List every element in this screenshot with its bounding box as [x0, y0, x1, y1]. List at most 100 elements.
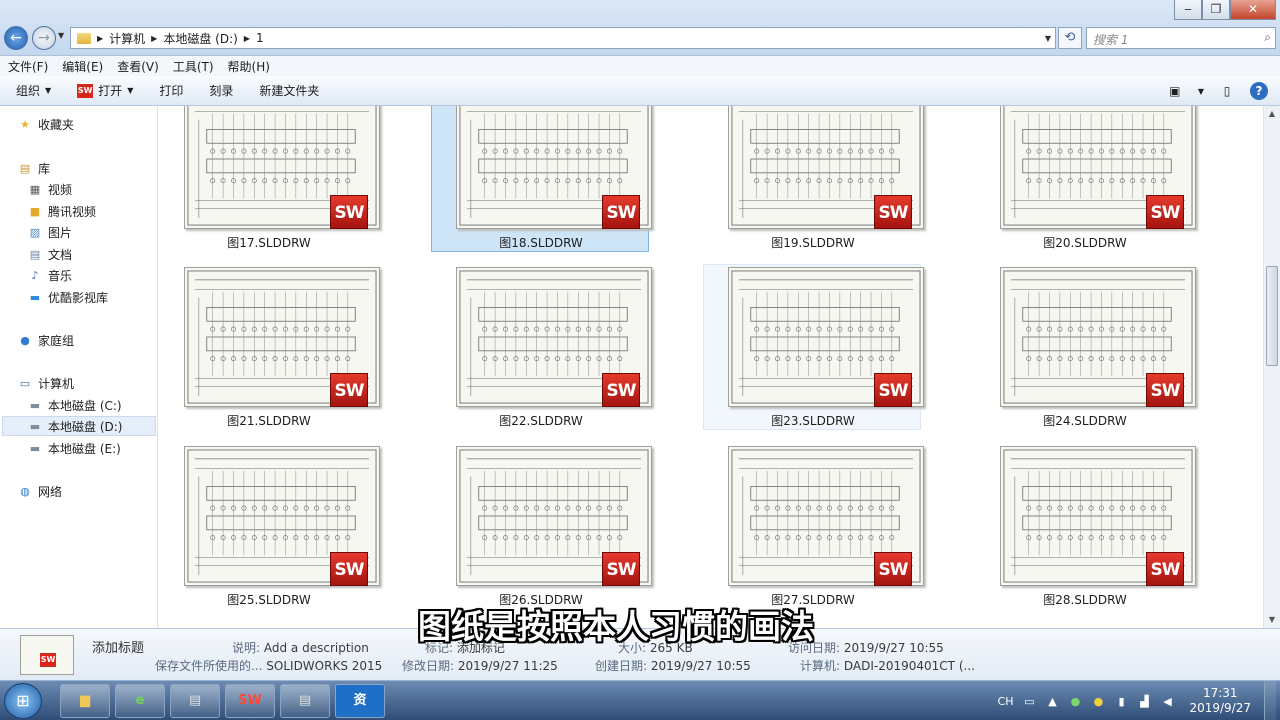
file-item[interactable]: SW 图26.SLDDRW — [431, 443, 652, 609]
volume-icon[interactable]: ◀ — [1160, 695, 1174, 708]
taskbar-solidworks[interactable]: SW — [225, 684, 275, 718]
file-item[interactable]: SW 图28.SLDDRW — [975, 443, 1196, 609]
scroll-up-icon[interactable]: ▲ — [1264, 106, 1280, 122]
solidworks-icon: SW — [1146, 373, 1184, 407]
nav-network[interactable]: ◍ 网络 — [18, 483, 62, 500]
taskbar-explorer[interactable]: ▆ — [60, 684, 110, 718]
file-name[interactable]: 图28.SLDDRW — [976, 591, 1194, 608]
nav-documents[interactable]: ▤ 文档 — [28, 246, 72, 263]
app-tray-icon[interactable]: ● — [1068, 695, 1082, 708]
nav-label: 本地磁盘 (C:) — [48, 399, 122, 413]
show-desktop-button[interactable] — [1264, 681, 1276, 720]
breadcrumb-separator-icon[interactable]: ▶ — [151, 34, 157, 43]
menu-tools[interactable]: 工具(T) — [173, 58, 214, 75]
field-key: 说明: — [232, 641, 261, 655]
breadcrumb-computer[interactable]: 计算机 — [109, 30, 145, 47]
scroll-down-icon[interactable]: ▼ — [1264, 612, 1280, 628]
menu-view[interactable]: 查看(V) — [117, 58, 159, 75]
nav-computer[interactable]: ▭ 计算机 — [18, 375, 74, 392]
description-field[interactable]: Add a description — [264, 641, 369, 655]
maximize-button[interactable]: ❐ — [1202, 0, 1230, 20]
nav-favorites[interactable]: ★ 收藏夹 — [18, 116, 74, 133]
address-bar[interactable]: ▶ 计算机 ▶ 本地磁盘 (D:) ▶ 1 ▼ — [70, 27, 1056, 49]
recent-pages-dropdown[interactable]: ▼ — [58, 31, 64, 40]
file-item[interactable]: SW 图23.SLDDRW — [703, 264, 924, 430]
file-item[interactable]: SW 图17.SLDDRW — [159, 106, 380, 252]
nav-drive-c[interactable]: ▬ 本地磁盘 (C:) — [28, 397, 122, 414]
antivirus-icon[interactable]: ● — [1091, 695, 1105, 708]
language-indicator[interactable]: CH — [998, 695, 1014, 708]
file-item[interactable]: SW 图19.SLDDRW — [703, 106, 924, 252]
file-name[interactable]: 图23.SLDDRW — [704, 412, 922, 429]
nav-videos[interactable]: ▦ 视频 — [28, 181, 72, 198]
start-button[interactable]: ⊞ — [4, 683, 42, 719]
file-name[interactable]: 图17.SLDDRW — [160, 234, 378, 251]
network-icon[interactable]: ▟ — [1137, 695, 1151, 708]
nav-tencent-video[interactable]: ■ 腾讯视频 — [28, 203, 96, 220]
file-name[interactable]: 图25.SLDDRW — [160, 591, 378, 608]
chevron-down-icon[interactable]: ▼ — [1198, 87, 1204, 96]
breadcrumb-separator-icon[interactable]: ▶ — [97, 34, 103, 43]
help-icon[interactable]: ? — [1250, 82, 1268, 100]
breadcrumb-folder-1[interactable]: 1 — [256, 31, 264, 45]
open-button[interactable]: SW 打开 ▼ — [77, 82, 133, 99]
file-item[interactable]: SW 图24.SLDDRW — [975, 264, 1196, 430]
nav-label: 腾讯视频 — [48, 205, 97, 219]
menu-edit[interactable]: 编辑(E) — [62, 58, 103, 75]
file-item[interactable]: SW 图27.SLDDRW — [703, 443, 924, 609]
nav-drive-e[interactable]: ▬ 本地磁盘 (E:) — [28, 440, 121, 457]
minimize-button[interactable]: ‒ — [1174, 0, 1202, 20]
clock[interactable]: 17:31 2019/9/27 — [1189, 686, 1251, 716]
organize-button[interactable]: 组织 ▼ — [16, 82, 51, 99]
taskbar-sw-file[interactable]: ▤ — [170, 684, 220, 718]
navigation-pane: ★ 收藏夹 ▤ 库 ▦ 视频 ■ 腾讯视频 ▨ 图片 ▤ 文档 ♪ 音乐 ▬ 优酷影视库 ● 家庭… — [0, 106, 158, 628]
back-button[interactable]: ← — [4, 26, 28, 50]
keyboard-icon[interactable]: ▭ — [1022, 695, 1036, 708]
chevron-down-icon: ▼ — [45, 86, 52, 95]
nav-library[interactable]: ▤ 库 — [18, 160, 50, 177]
burn-button[interactable]: 刻录 — [209, 82, 233, 99]
search-icon[interactable]: ⌕ — [1264, 30, 1271, 45]
nav-pictures[interactable]: ▨ 图片 — [28, 224, 72, 241]
file-item[interactable]: SW 图22.SLDDRW — [431, 264, 652, 430]
nav-drive-d[interactable]: ▬ 本地磁盘 (D:) — [28, 418, 123, 435]
taskbar-tencent[interactable]: 资 — [335, 684, 385, 718]
preview-pane-icon[interactable]: ▯ — [1218, 83, 1236, 99]
file-item[interactable]: SW 图21.SLDDRW — [159, 264, 380, 430]
nav-homegroup[interactable]: ● 家庭组 — [18, 332, 74, 349]
file-name[interactable]: 图18.SLDDRW — [432, 234, 650, 251]
file-item[interactable]: SW 图25.SLDDRW — [159, 443, 380, 609]
close-button[interactable]: ✕ — [1230, 0, 1276, 20]
search-input[interactable]: 搜索 1 ⌕ — [1086, 27, 1276, 49]
title-bar: ‒ ❐ ✕ ← → ▼ ▶ 计算机 ▶ 本地磁盘 (D:) ▶ 1 ▼ ⟲ 搜索… — [0, 0, 1280, 56]
forward-button[interactable]: → — [32, 26, 56, 50]
file-name[interactable]: 图19.SLDDRW — [704, 234, 922, 251]
file-name[interactable]: 图24.SLDDRW — [976, 412, 1194, 429]
file-name[interactable]: 图20.SLDDRW — [976, 234, 1194, 251]
device-icon[interactable]: ▮ — [1114, 695, 1128, 708]
nav-label: 音乐 — [48, 269, 73, 283]
solidworks-icon: SW — [874, 552, 912, 586]
new-folder-button[interactable]: 新建文件夹 — [259, 82, 319, 99]
menu-file[interactable]: 文件(F) — [8, 58, 48, 75]
menu-help[interactable]: 帮助(H) — [228, 58, 270, 75]
change-view-icon[interactable]: ▣ — [1166, 83, 1184, 99]
nav-music[interactable]: ♪ 音乐 — [28, 267, 72, 284]
refresh-button[interactable]: ⟲ — [1058, 27, 1082, 49]
taskbar-sw-file-2[interactable]: ▤ — [280, 684, 330, 718]
breadcrumb-separator-icon[interactable]: ▶ — [244, 34, 250, 43]
vertical-scrollbar[interactable]: ▲ ▼ — [1263, 106, 1280, 628]
show-hidden-icons[interactable]: ▲ — [1045, 695, 1059, 708]
title-field[interactable]: 添加标题 — [92, 637, 144, 656]
breadcrumb-drive-d[interactable]: 本地磁盘 (D:) — [163, 30, 237, 47]
file-name[interactable]: 图21.SLDDRW — [160, 412, 378, 429]
taskbar-ie[interactable]: e — [115, 684, 165, 718]
print-button[interactable]: 打印 — [159, 82, 183, 99]
address-history-dropdown[interactable]: ▼ — [1045, 34, 1051, 43]
nav-label: 图片 — [48, 226, 73, 240]
file-item[interactable]: SW 图18.SLDDRW — [431, 106, 652, 252]
file-item[interactable]: SW 图20.SLDDRW — [975, 106, 1196, 252]
file-name[interactable]: 图22.SLDDRW — [432, 412, 650, 429]
scrollbar-thumb[interactable] — [1266, 266, 1278, 366]
nav-youku[interactable]: ▬ 优酷影视库 — [28, 289, 108, 306]
